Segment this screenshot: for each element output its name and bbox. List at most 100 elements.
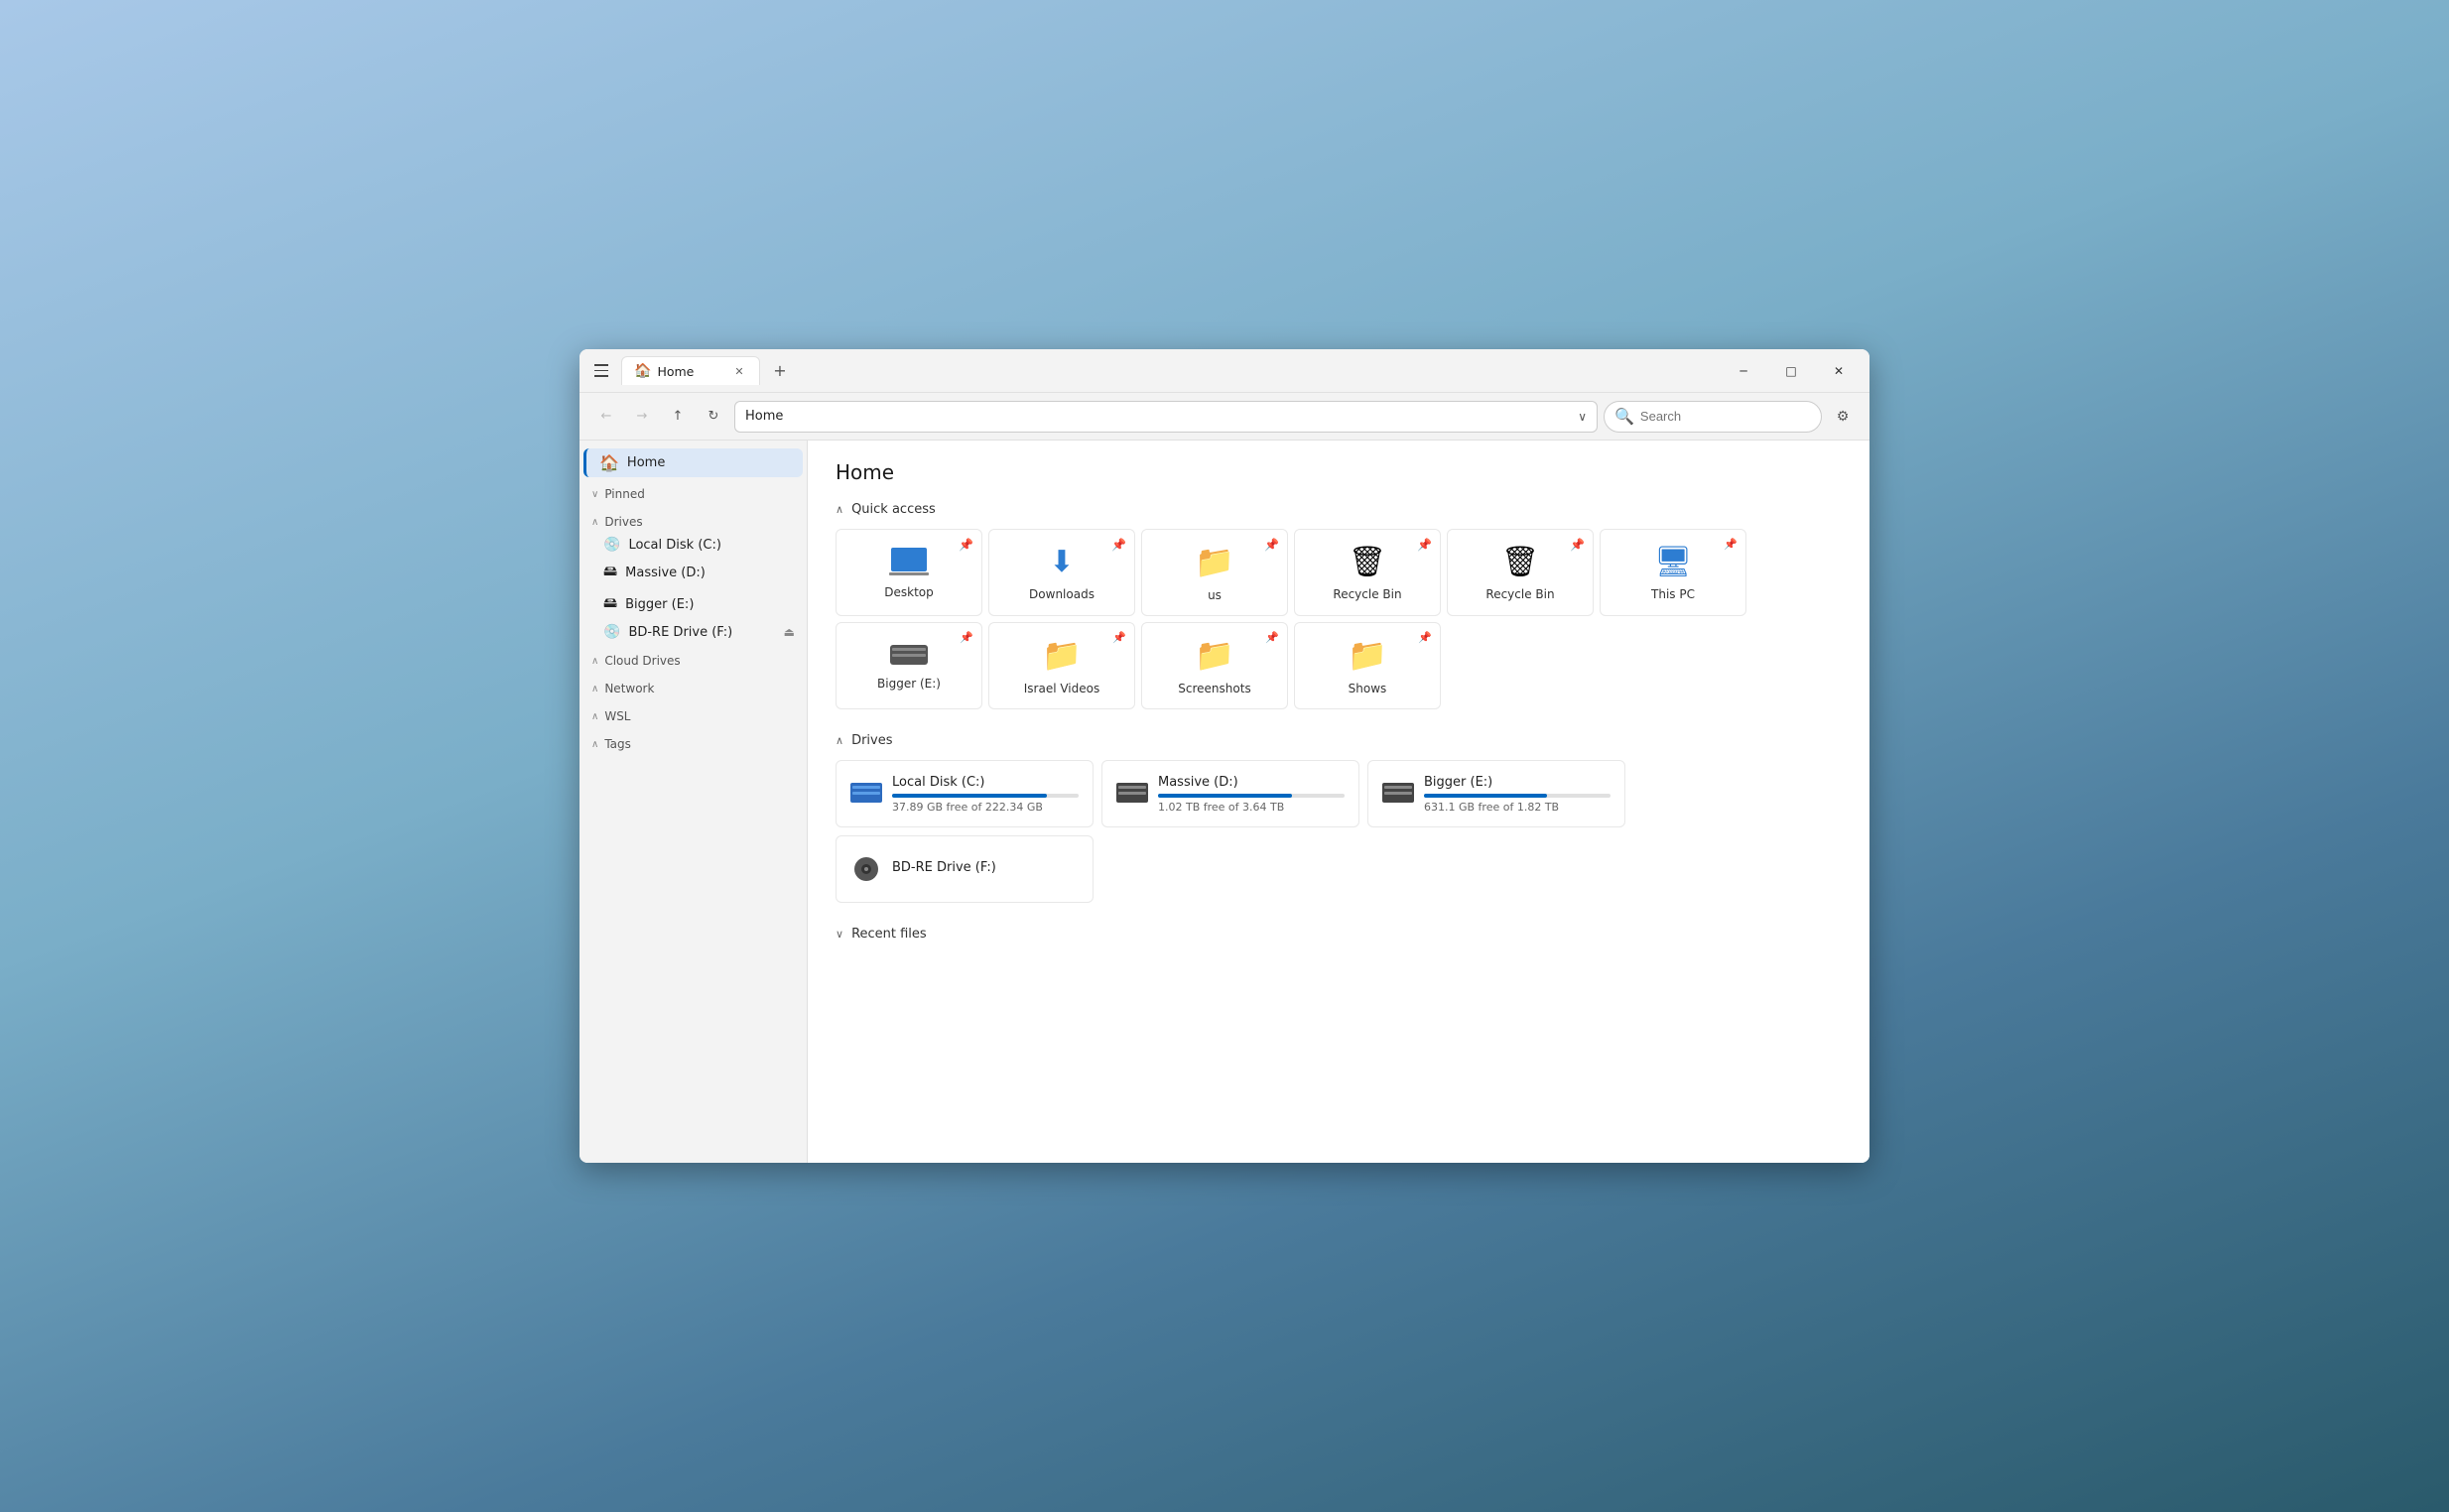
quick-item-bigger-e-qa[interactable]: 📌 Bigger (E:): [836, 622, 982, 709]
cloud-label: Cloud Drives: [604, 654, 680, 668]
this-pc-label: This PC: [1651, 587, 1695, 601]
tags-label: Tags: [604, 737, 631, 751]
massive-d-icon: 🖴: [603, 561, 617, 584]
sidebar-item-local-c[interactable]: 💿 Local Disk (C:): [580, 533, 807, 557]
home-tab[interactable]: 🏠 Home ✕: [621, 356, 760, 385]
drive-item-massive-d[interactable]: Massive (D:) 1.02 TB free of 3.64 TB: [1101, 760, 1359, 827]
massive-d-info: Massive (D:) 1.02 TB free of 3.64 TB: [1158, 775, 1345, 814]
local-c-info: Local Disk (C:) 37.89 GB free of 222.34 …: [892, 775, 1079, 814]
drive-item-bigger-e[interactable]: Bigger (E:) 631.1 GB free of 1.82 TB: [1367, 760, 1625, 827]
downloads-label: Downloads: [1029, 587, 1095, 601]
quick-item-this-pc[interactable]: 📌 🖥 This PC: [1600, 529, 1746, 616]
refresh-button[interactable]: ↻: [699, 402, 728, 432]
network-label: Network: [604, 682, 654, 695]
close-button[interactable]: ✕: [1816, 355, 1862, 387]
drive-item-local-c[interactable]: Local Disk (C:) 37.89 GB free of 222.34 …: [836, 760, 1094, 827]
sidebar-section-tags[interactable]: ∧ Tags: [580, 727, 807, 755]
address-bar: ← → ↑ ↻ Home ∨ 🔍 ⚙: [580, 393, 1869, 441]
recycle-bin-2-label: Recycle Bin: [1485, 587, 1554, 601]
pin-icon-downloads: 📌: [1111, 538, 1126, 552]
hamburger-icon[interactable]: [587, 357, 615, 385]
recent-files-chevron: ∨: [836, 928, 843, 941]
quick-item-recycle-1[interactable]: 📌 🗑 Recycle Bin: [1294, 529, 1441, 616]
bigger-e-label: Bigger (E:): [625, 597, 694, 612]
tags-chevron: ∧: [591, 739, 598, 750]
local-c-bar-fill: [892, 794, 1047, 798]
up-button[interactable]: ↑: [663, 402, 693, 432]
local-c-drive-icon: [850, 778, 882, 810]
drives-section-header[interactable]: ∧ Drives: [836, 733, 1842, 748]
recycle-bin-2-icon: 🗑: [1501, 545, 1539, 579]
bdre-drive-icon: [850, 853, 882, 885]
settings-button[interactable]: ⚙: [1828, 402, 1858, 432]
tab-close-button[interactable]: ✕: [731, 363, 747, 379]
new-tab-button[interactable]: +: [766, 357, 794, 385]
pin-icon-shows: 📌: [1418, 631, 1432, 644]
sidebar-section-wsl[interactable]: ∧ WSL: [580, 699, 807, 727]
local-c-icon: 💿: [603, 537, 620, 553]
address-dropdown-icon[interactable]: ∨: [1578, 410, 1587, 424]
pin-icon-screenshots: 📌: [1265, 631, 1279, 644]
cloud-chevron: ∧: [591, 656, 598, 667]
drives-label: Drives: [604, 515, 642, 529]
bdre-name: BD-RE Drive (F:): [892, 860, 1079, 875]
sidebar-section-pinned[interactable]: ∨ Pinned: [580, 477, 807, 505]
recycle-bin-1-label: Recycle Bin: [1333, 587, 1401, 601]
bigger-e-name: Bigger (E:): [1424, 775, 1611, 790]
quick-item-recycle-2[interactable]: 📌 🗑 Recycle Bin: [1447, 529, 1594, 616]
local-c-name: Local Disk (C:): [892, 775, 1079, 790]
quick-item-desktop[interactable]: 📌 Desktop: [836, 529, 982, 616]
israel-videos-icon: 📁: [1042, 636, 1082, 674]
sidebar-section-cloud[interactable]: ∧ Cloud Drives: [580, 644, 807, 672]
recycle-bin-1-icon: 🗑: [1349, 545, 1386, 579]
recent-files-label: Recent files: [851, 927, 927, 942]
home-tab-icon: 🏠: [634, 363, 651, 379]
massive-d-free: 1.02 TB free of 3.64 TB: [1158, 801, 1345, 814]
maximize-button[interactable]: □: [1768, 355, 1814, 387]
quick-access-header[interactable]: ∧ Quick access: [836, 502, 1842, 517]
back-button[interactable]: ←: [591, 402, 621, 432]
sidebar-item-massive-d[interactable]: 🖴 Massive (D:): [580, 557, 807, 588]
pin-icon-israel: 📌: [1112, 631, 1126, 644]
local-c-bar-bg: [892, 794, 1079, 798]
wsl-chevron: ∧: [591, 711, 598, 722]
search-box[interactable]: 🔍: [1604, 401, 1822, 433]
quick-item-israel-videos[interactable]: 📌 📁 Israel Videos: [988, 622, 1135, 709]
search-input[interactable]: [1640, 409, 1815, 424]
address-input[interactable]: Home ∨: [734, 401, 1598, 433]
drives-section-label: Drives: [851, 733, 892, 748]
quick-access-label: Quick access: [851, 502, 936, 517]
quick-access-chevron: ∧: [836, 503, 843, 516]
bigger-e-drive-icon: [1382, 778, 1414, 810]
pinned-label: Pinned: [604, 487, 645, 501]
quick-item-screenshots[interactable]: 📌 📁 Screenshots: [1141, 622, 1288, 709]
sidebar-item-bigger-e[interactable]: 🖴 Bigger (E:): [580, 588, 807, 620]
drive-item-bdre-f[interactable]: BD-RE Drive (F:): [836, 835, 1094, 903]
bdre-label: BD-RE Drive (F:): [628, 625, 732, 640]
bigger-e-info: Bigger (E:) 631.1 GB free of 1.82 TB: [1424, 775, 1611, 814]
massive-d-drive-icon: [1116, 778, 1148, 810]
sidebar-section-network[interactable]: ∧ Network: [580, 672, 807, 699]
sidebar-section-drives[interactable]: ∧ Drives: [580, 505, 807, 533]
local-c-label: Local Disk (C:): [628, 538, 720, 553]
sidebar-item-bdre-f[interactable]: 💿 BD-RE Drive (F:) ⏏: [580, 620, 807, 644]
address-path: Home: [745, 409, 783, 424]
pin-icon-recycle-1: 📌: [1417, 538, 1432, 552]
recent-files-header[interactable]: ∨ Recent files: [836, 927, 1842, 942]
screenshots-icon: 📁: [1195, 636, 1234, 674]
pin-icon-desktop: 📌: [959, 538, 973, 552]
quick-item-downloads[interactable]: 📌 ⬇ Downloads: [988, 529, 1135, 616]
network-chevron: ∧: [591, 684, 598, 694]
this-pc-icon: 🖥: [1654, 545, 1692, 579]
home-icon: 🏠: [599, 453, 619, 472]
pin-icon-this-pc: 📌: [1724, 538, 1738, 551]
forward-button[interactable]: →: [627, 402, 657, 432]
quick-item-shows[interactable]: 📌 📁 Shows: [1294, 622, 1441, 709]
sidebar-item-home[interactable]: 🏠 Home: [583, 448, 803, 477]
screenshots-label: Screenshots: [1178, 682, 1250, 695]
israel-videos-label: Israel Videos: [1024, 682, 1099, 695]
minimize-button[interactable]: ─: [1721, 355, 1766, 387]
quick-item-us[interactable]: 📌 📁 us: [1141, 529, 1288, 616]
downloads-icon: ⬇: [1049, 545, 1074, 579]
shows-label: Shows: [1349, 682, 1387, 695]
